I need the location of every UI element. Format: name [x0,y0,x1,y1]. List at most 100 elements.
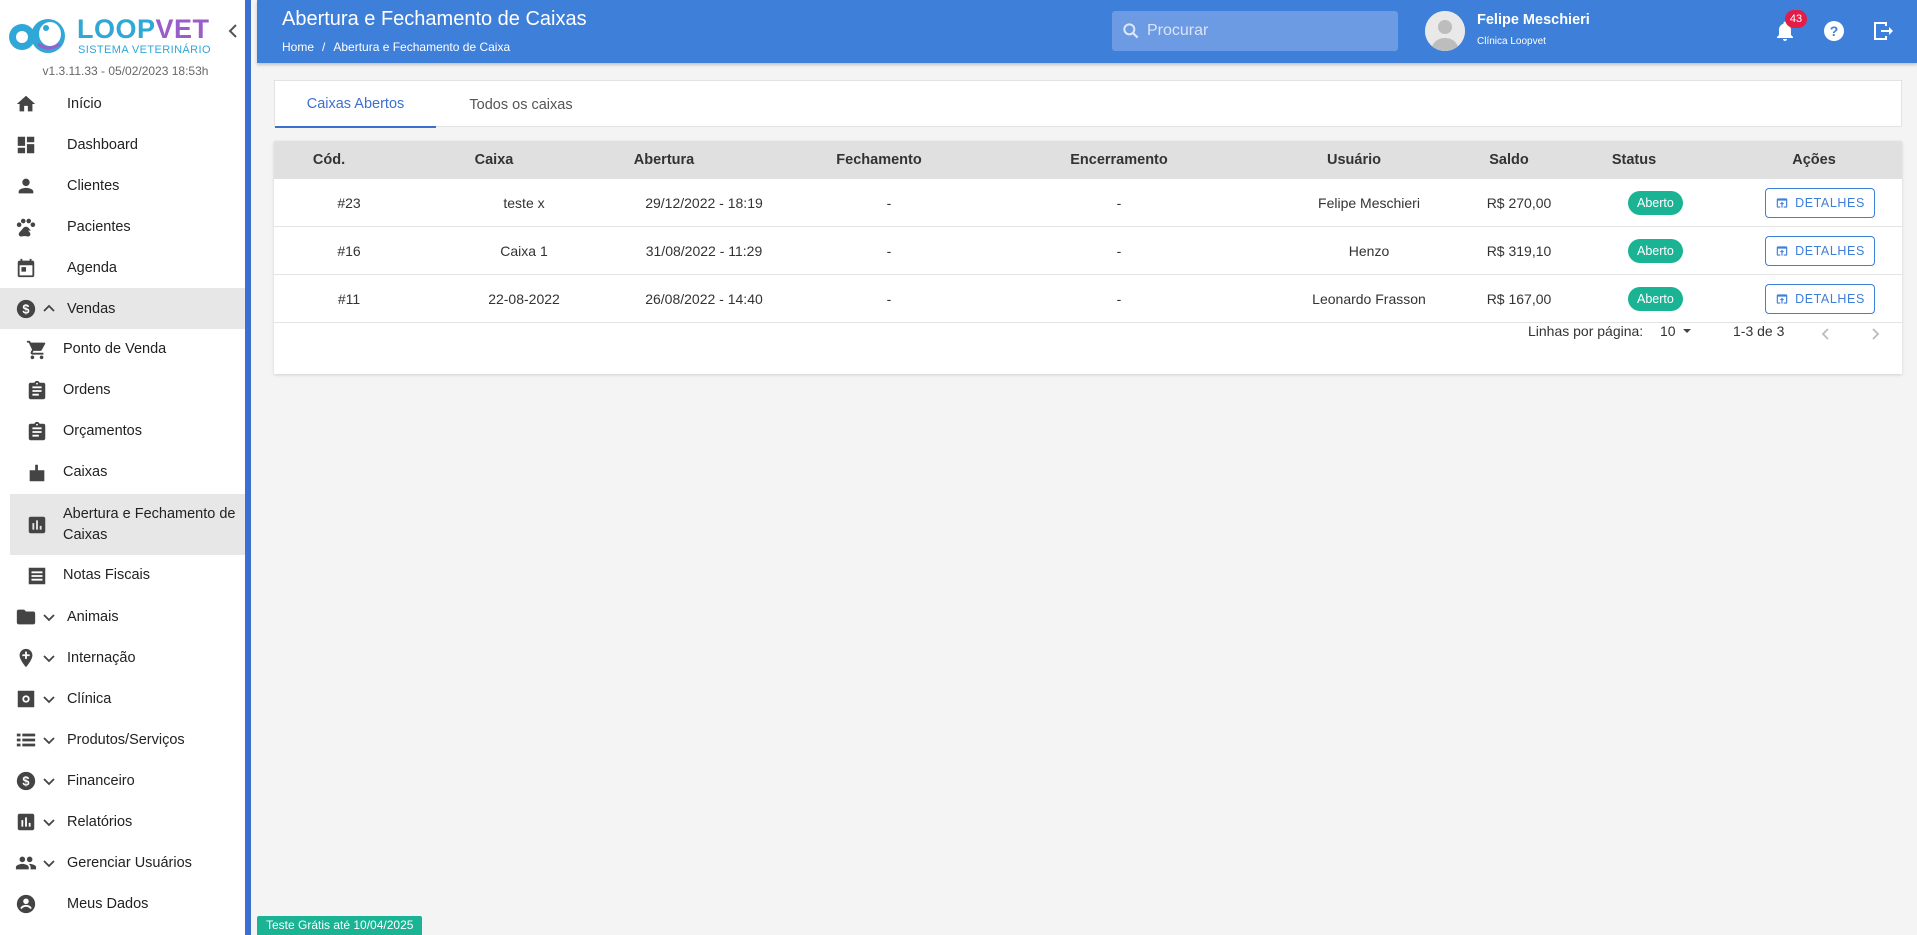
cell-saldo: R$ 167,00 [1486,291,1552,307]
status-badge: Aberto [1628,239,1683,263]
cell-fechamento: - [886,195,892,211]
cell-fechamento: - [886,243,892,259]
logout-icon[interactable] [1871,19,1895,43]
avatar[interactable] [1425,11,1465,51]
sidebar-item-dashboard[interactable]: Dashboard [0,124,245,165]
details-button-label: DETALHES [1795,196,1865,210]
sidebar-subitem-ponto-de-venda[interactable]: Ponto de Venda [10,329,245,370]
open-details-icon [1776,294,1788,304]
details-button[interactable]: DETALHES [1765,236,1875,266]
details-button-label: DETALHES [1795,292,1865,306]
cell-encerramento: - [1116,291,1122,307]
cell-usuario: Leonardo Frasson [1312,291,1426,307]
chevron-down-icon [43,818,55,826]
chart-icon [15,811,37,833]
caixas-table: Cód. Caixa Abertura Fechamento Encerrame… [274,141,1902,374]
cell-usuario: Henzo [1348,243,1390,259]
column-header-fechamento: Fechamento [836,152,922,168]
cell-caixa: Caixa 1 [500,243,548,259]
cell-usuario: Felipe Meschieri [1318,195,1420,211]
person-icon [15,175,37,197]
breadcrumb-current: Abertura e Fechamento de Caixa [333,40,511,54]
search-icon [1123,23,1139,39]
tab-caixas-abertos[interactable]: Caixas Abertos [275,81,436,128]
dashboard-icon [15,134,37,156]
cell-cod: #11 [337,291,361,307]
column-header-saldo: Saldo [1489,152,1529,168]
sidebar: LOOPVET SISTEMA VETERINÁRIO v1.3.11.33 -… [0,0,251,935]
chevron-down-icon [43,859,55,867]
sidebar-item-gerenciar-usuarios[interactable]: Gerenciar Usuários [0,842,245,883]
help-icon[interactable]: ? [1822,19,1846,43]
page-title: Abertura e Fechamento de Caixas [282,8,587,30]
group-icon [15,852,37,874]
sidebar-item-clinica[interactable]: Clínica [0,678,245,719]
chevron-up-icon [43,304,55,312]
user-clinic: Clínica Loopvet [1477,36,1546,47]
sidebar-item-agenda[interactable]: Agenda [0,247,245,288]
clipboard-icon [26,380,48,402]
breadcrumb-home-link[interactable]: Home [282,40,314,54]
cart-icon [26,339,48,361]
rows-per-page-label: Linhas por página: [1528,323,1644,339]
sidebar-item-clientes[interactable]: Clientes [0,165,245,206]
sidebar-item-pacientes[interactable]: Pacientes [0,206,245,247]
sidebar-subitem-caixas[interactable]: Caixas [10,452,245,493]
calendar-icon [15,257,37,279]
status-badge: Aberto [1628,191,1683,215]
dollar-icon: $ [15,770,37,792]
details-button[interactable]: DETALHES [1765,188,1875,218]
column-header-abertura: Abertura [633,152,695,168]
sidebar-item-meus-dados[interactable]: Meus Dados [0,883,245,924]
list-icon [15,729,37,751]
top-header: Abertura e Fechamento de Caixas Home / A… [257,0,1917,63]
cell-abertura: 26/08/2022 - 14:40 [645,291,763,307]
trial-banner: Teste Grátis até 10/04/2025 [257,916,423,935]
sidebar-item-animais[interactable]: Animais [0,596,245,637]
search-box [1112,11,1398,51]
next-page-button[interactable] [1868,327,1882,341]
cell-saldo: R$ 319,10 [1486,243,1552,259]
chevron-down-icon [43,777,55,785]
folder-icon [15,606,37,628]
sidebar-item-vendas[interactable]: $ Vendas [0,288,245,329]
cell-encerramento: - [1116,195,1122,211]
open-details-icon [1776,198,1788,208]
sidebar-subitem-orcamentos[interactable]: Orçamentos [10,411,245,452]
breadcrumb: Home / Abertura e Fechamento de Caixa [282,40,510,54]
rows-per-page-select[interactable]: 10 [1660,323,1692,339]
chevron-down-icon [43,695,55,703]
notification-badge: 43 [1785,10,1807,28]
account-icon [15,893,37,915]
search-input[interactable] [1147,22,1387,40]
cell-cod: #23 [337,195,361,211]
previous-page-button[interactable] [1819,327,1833,341]
collapse-sidebar-button[interactable] [224,20,242,42]
home-icon [15,93,37,115]
dollar-icon: $ [15,298,37,320]
cell-encerramento: - [1116,243,1122,259]
sidebar-item-financeiro[interactable]: $ Financeiro [0,760,245,801]
status-badge: Aberto [1628,287,1683,311]
details-button-label: DETALHES [1795,244,1865,258]
column-header-acoes: Ações [1792,152,1836,168]
clipboard-icon [26,421,48,443]
sidebar-item-produtos-servicos[interactable]: Produtos/Serviços [0,719,245,760]
details-button[interactable]: DETALHES [1765,284,1875,314]
report-icon [26,514,48,536]
svg-text:$: $ [22,773,29,788]
logo: LOOPVET SISTEMA VETERINÁRIO v1.3.11.33 -… [0,0,245,82]
svg-text:$: $ [22,301,29,316]
column-header-caixa: Caixa [474,152,514,168]
tab-todos-os-caixas[interactable]: Todos os caixas [436,81,606,128]
sidebar-item-inicio[interactable]: Início [0,83,245,124]
open-details-icon [1776,246,1788,256]
sidebar-item-internacao[interactable]: Internação [0,637,245,678]
sidebar-subitem-ordens[interactable]: Ordens [10,370,245,411]
sidebar-subitem-abertura-fechamento[interactable]: Abertura e Fechamento de Caixas [10,494,245,555]
sidebar-subitem-notas-fiscais[interactable]: Notas Fiscais [10,555,245,596]
version-text: v1.3.11.33 - 05/02/2023 18:53h [42,64,209,78]
sidebar-item-relatorios[interactable]: Relatórios [0,801,245,842]
cell-abertura: 31/08/2022 - 11:29 [645,243,763,259]
column-header-encerramento: Encerramento [1070,152,1168,168]
